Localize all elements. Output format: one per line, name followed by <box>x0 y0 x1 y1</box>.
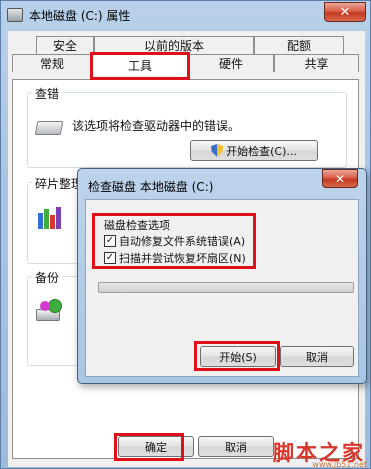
dialog-cancel-button[interactable]: 取消 <box>280 346 354 367</box>
site-watermark-url: www.jb51.net <box>312 460 367 469</box>
dialog-close-button[interactable]: ✕ <box>322 169 358 188</box>
backup-icon <box>36 299 66 325</box>
dialog-client-area: 磁盘检查选项 ✓ 自动修复文件系统错误(A) ✓ 扫描并尝试恢复坏扇区(N) 开… <box>85 199 359 377</box>
start-check-button[interactable]: 开始检查(C)... <box>190 140 318 161</box>
tab-hardware[interactable]: 硬件 <box>188 54 274 72</box>
start-check-label: 开始检查(C)... <box>226 144 297 158</box>
cancel-button[interactable]: 取消 <box>198 436 274 457</box>
tab-sharing[interactable]: 共享 <box>274 54 359 72</box>
auto-fix-label: 自动修复文件系统错误(A) <box>119 235 246 248</box>
drive-icon <box>7 8 23 22</box>
error-check-group: 查错 该选项将检查驱动器中的错误。 开始检查(C)... <box>27 85 347 168</box>
scan-recover-checkbox[interactable]: ✓ <box>104 252 116 264</box>
uac-shield-icon <box>211 144 224 157</box>
disk-check-options-group: 磁盘检查选项 ✓ 自动修复文件系统错误(A) ✓ 扫描并尝试恢复坏扇区(N) <box>98 217 248 267</box>
ok-button[interactable]: 确定 <box>118 436 194 457</box>
tab-general[interactable]: 常规 <box>12 54 92 72</box>
auto-fix-option[interactable]: ✓ 自动修复文件系统错误(A) <box>104 233 245 249</box>
check-progress-bar <box>98 282 354 293</box>
auto-fix-checkbox[interactable]: ✓ <box>104 235 116 247</box>
tab-tools[interactable]: 工具 <box>92 54 188 76</box>
hard-drive-icon <box>34 121 64 135</box>
error-check-label: 查错 <box>32 85 63 102</box>
check-disk-dialog: 检查磁盘 本地磁盘 (C:) ✕ 磁盘检查选项 ✓ 自动修复文件系统错误(A) … <box>77 168 367 384</box>
backup-label: 备份 <box>32 269 63 286</box>
window-titlebar[interactable]: 本地磁盘 (C:) 属性 ✕ <box>1 1 370 31</box>
disk-check-options-label: 磁盘检查选项 <box>104 219 170 232</box>
tab-quota[interactable]: 配额 <box>254 36 344 54</box>
tab-previous-versions[interactable]: 以前的版本 <box>94 36 254 54</box>
error-check-description: 该选项将检查驱动器中的错误。 <box>72 119 241 133</box>
scan-recover-label: 扫描并尝试恢复坏扇区(N) <box>119 252 246 265</box>
start-button[interactable]: 开始(S) <box>200 346 276 367</box>
window-close-button[interactable]: ✕ <box>324 2 366 22</box>
tab-security[interactable]: 安全 <box>36 36 94 54</box>
dialog-title: 检查磁盘 本地磁盘 (C:) <box>88 180 214 194</box>
scan-recover-option[interactable]: ✓ 扫描并尝试恢复坏扇区(N) <box>104 250 246 266</box>
defrag-icon <box>38 205 64 231</box>
window-title: 本地磁盘 (C:) 属性 <box>29 9 131 23</box>
